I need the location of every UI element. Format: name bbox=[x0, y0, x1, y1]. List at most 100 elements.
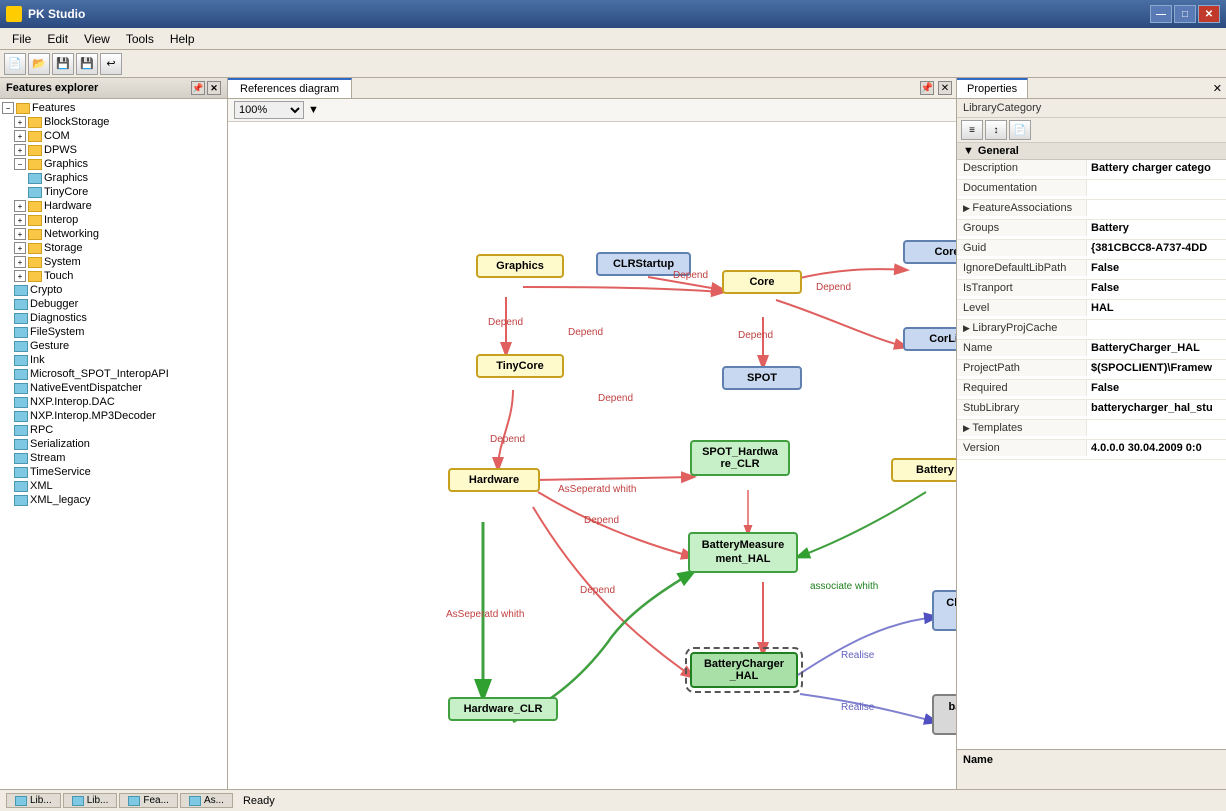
node-hardware[interactable]: Hardware bbox=[448, 468, 540, 492]
node-battery-measurement[interactable]: BatteryMeasurement_HAL bbox=[688, 532, 798, 573]
close-button[interactable]: ✕ bbox=[1198, 5, 1220, 23]
props-tab-properties[interactable]: Properties bbox=[957, 78, 1028, 98]
tree-item-serialization[interactable]: Serialization bbox=[0, 437, 227, 451]
props-row-featureassociations[interactable]: FeatureAssociations bbox=[957, 200, 1226, 220]
tree-expand-com[interactable]: + bbox=[14, 130, 26, 142]
menu-help[interactable]: Help bbox=[162, 30, 203, 48]
tree-item-tinycore[interactable]: TinyCore bbox=[0, 185, 227, 199]
tree-item-xml-legacy[interactable]: XML_legacy bbox=[0, 493, 227, 507]
menu-file[interactable]: File bbox=[4, 30, 39, 48]
props-row-templates[interactable]: Templates bbox=[957, 420, 1226, 440]
node-graphics[interactable]: Graphics bbox=[476, 254, 564, 278]
node-core-right[interactable]: Core bbox=[903, 240, 956, 264]
props-pages-button[interactable]: 📄 bbox=[1009, 120, 1031, 140]
tree-item-dpws[interactable]: + DPWS bbox=[0, 143, 227, 157]
props-row-version: Version 4.0.0.0 30.04.2009 0:0 bbox=[957, 440, 1226, 460]
node-core-center[interactable]: Core bbox=[722, 270, 802, 294]
tree-expand-storage[interactable]: + bbox=[14, 242, 26, 254]
diagram-pin-button[interactable]: 📌 bbox=[920, 81, 934, 95]
node-battery[interactable]: Battery bbox=[891, 458, 956, 482]
node-spot[interactable]: SPOT bbox=[722, 366, 802, 390]
props-row-libraryprojcache[interactable]: LibraryProjCache bbox=[957, 320, 1226, 340]
label-associate-3: associate whith bbox=[810, 581, 878, 592]
node-corlib[interactable]: CorLib bbox=[903, 327, 956, 351]
tree-item-com[interactable]: + COM bbox=[0, 129, 227, 143]
tree-item-networking[interactable]: + Networking bbox=[0, 227, 227, 241]
tree-item-ink[interactable]: Ink bbox=[0, 353, 227, 367]
diagram-tab-references[interactable]: References diagram bbox=[228, 78, 352, 98]
panel-close-button[interactable]: ✕ bbox=[207, 81, 221, 95]
tree-item-touch[interactable]: + Touch bbox=[0, 269, 227, 283]
tree-expand-hw[interactable]: + bbox=[14, 200, 26, 212]
undo-button[interactable]: ↩ bbox=[100, 53, 122, 75]
node-hardware-clr[interactable]: Hardware_CLR bbox=[448, 697, 558, 721]
maximize-button[interactable]: □ bbox=[1174, 5, 1196, 23]
menu-edit[interactable]: Edit bbox=[39, 30, 76, 48]
statusbar-tab-lib2[interactable]: Lib... bbox=[63, 793, 118, 808]
tree-item-nxpmp3[interactable]: NXP.Interop.MP3Decoder bbox=[0, 409, 227, 423]
tree-item-diagnostics[interactable]: Diagnostics bbox=[0, 311, 227, 325]
tree-expand-net[interactable]: + bbox=[14, 228, 26, 240]
tree-item-graphics-folder[interactable]: − Graphics bbox=[0, 157, 227, 171]
props-footer: Name bbox=[957, 749, 1226, 789]
tree-item-nxpdac[interactable]: NXP.Interop.DAC bbox=[0, 395, 227, 409]
tree-expand-graphics[interactable]: − bbox=[14, 158, 26, 170]
tree-item-rpc[interactable]: RPC bbox=[0, 423, 227, 437]
tree-item-timeservice[interactable]: TimeService bbox=[0, 465, 227, 479]
node-spot-hardware-clr[interactable]: SPOT_Hardware_CLR bbox=[690, 440, 790, 476]
minimize-button[interactable]: — bbox=[1150, 5, 1172, 23]
tree-item-interop[interactable]: + Interop bbox=[0, 213, 227, 227]
new-button[interactable]: 📄 bbox=[4, 53, 26, 75]
props-categorized-button[interactable]: ≡ bbox=[961, 120, 983, 140]
tree-item-graphics-item[interactable]: Graphics bbox=[0, 171, 227, 185]
tree-item-hardware[interactable]: + Hardware bbox=[0, 199, 227, 213]
item-icon bbox=[14, 495, 28, 506]
tree-expand-features[interactable]: − bbox=[2, 102, 14, 114]
tree-item-stream[interactable]: Stream bbox=[0, 451, 227, 465]
tree-item-nativeevent[interactable]: NativeEventDispatcher bbox=[0, 381, 227, 395]
tree-item-blockstorage[interactable]: + BlockStorage bbox=[0, 115, 227, 129]
tree-expand-dpws[interactable]: + bbox=[14, 144, 26, 156]
node-batterycharger-hal-stubs[interactable]: batterycharger_hal_stubs bbox=[932, 694, 956, 735]
statusbar-tab-lib1[interactable]: Lib... bbox=[6, 793, 61, 808]
menu-tools[interactable]: Tools bbox=[118, 30, 162, 48]
tree-expand-sys[interactable]: + bbox=[14, 256, 26, 268]
label-realise-1: Realise bbox=[841, 650, 874, 661]
tree-expand-bs[interactable]: + bbox=[14, 116, 26, 128]
item-icon bbox=[14, 327, 28, 338]
node-battery-charger-hal[interactable]: BatteryCharger_HAL bbox=[690, 652, 798, 688]
panel-pin-button[interactable]: 📌 bbox=[191, 81, 205, 95]
folder-icon bbox=[28, 257, 42, 268]
save-all-button[interactable]: 💾 bbox=[76, 53, 98, 75]
tree-item-gesture[interactable]: Gesture bbox=[0, 339, 227, 353]
diagram-canvas[interactable]: Graphics CLRStartup Core Core CorLib Tin… bbox=[228, 122, 956, 789]
tree-item-msspot[interactable]: Microsoft_SPOT_InteropAPI bbox=[0, 367, 227, 381]
menu-view[interactable]: View bbox=[76, 30, 118, 48]
folder-icon bbox=[28, 145, 42, 156]
diagram-area: References diagram 📌 ✕ 100% 75% 50% 150%… bbox=[228, 78, 956, 789]
features-panel-title: Features explorer bbox=[6, 82, 98, 94]
save-button[interactable]: 💾 bbox=[52, 53, 74, 75]
tree-item-filesystem[interactable]: FileSystem bbox=[0, 325, 227, 339]
tree-expand-interop[interactable]: + bbox=[14, 214, 26, 226]
statusbar-tab-as[interactable]: As... bbox=[180, 793, 233, 808]
statusbar-tabs: Lib... Lib... Fea... As... bbox=[6, 793, 233, 808]
tree-item-crypto[interactable]: Crypto bbox=[0, 283, 227, 297]
open-button[interactable]: 📂 bbox=[28, 53, 50, 75]
tree-item-debugger[interactable]: Debugger bbox=[0, 297, 227, 311]
folder-icon bbox=[28, 271, 42, 282]
zoom-select[interactable]: 100% 75% 50% 150% bbox=[234, 101, 304, 119]
node-charger-dualstatus[interactable]: Charger_DualStatus bbox=[932, 590, 956, 631]
node-tinycore[interactable]: TinyCore bbox=[476, 354, 564, 378]
props-alpha-button[interactable]: ↕ bbox=[985, 120, 1007, 140]
diagram-tabbar: References diagram 📌 ✕ bbox=[228, 78, 956, 99]
tree-item-storage[interactable]: + Storage bbox=[0, 241, 227, 255]
statusbar-tab-fea[interactable]: Fea... bbox=[119, 793, 178, 808]
tree-item-features[interactable]: − Features bbox=[0, 101, 227, 115]
props-close-button[interactable]: ✕ bbox=[1213, 82, 1226, 95]
tree-expand-touch[interactable]: + bbox=[14, 270, 26, 282]
tree-item-xml[interactable]: XML bbox=[0, 479, 227, 493]
tree-item-system[interactable]: + System bbox=[0, 255, 227, 269]
diagram-close-button[interactable]: ✕ bbox=[938, 81, 952, 95]
props-content: ▼General Description Battery charger cat… bbox=[957, 143, 1226, 749]
